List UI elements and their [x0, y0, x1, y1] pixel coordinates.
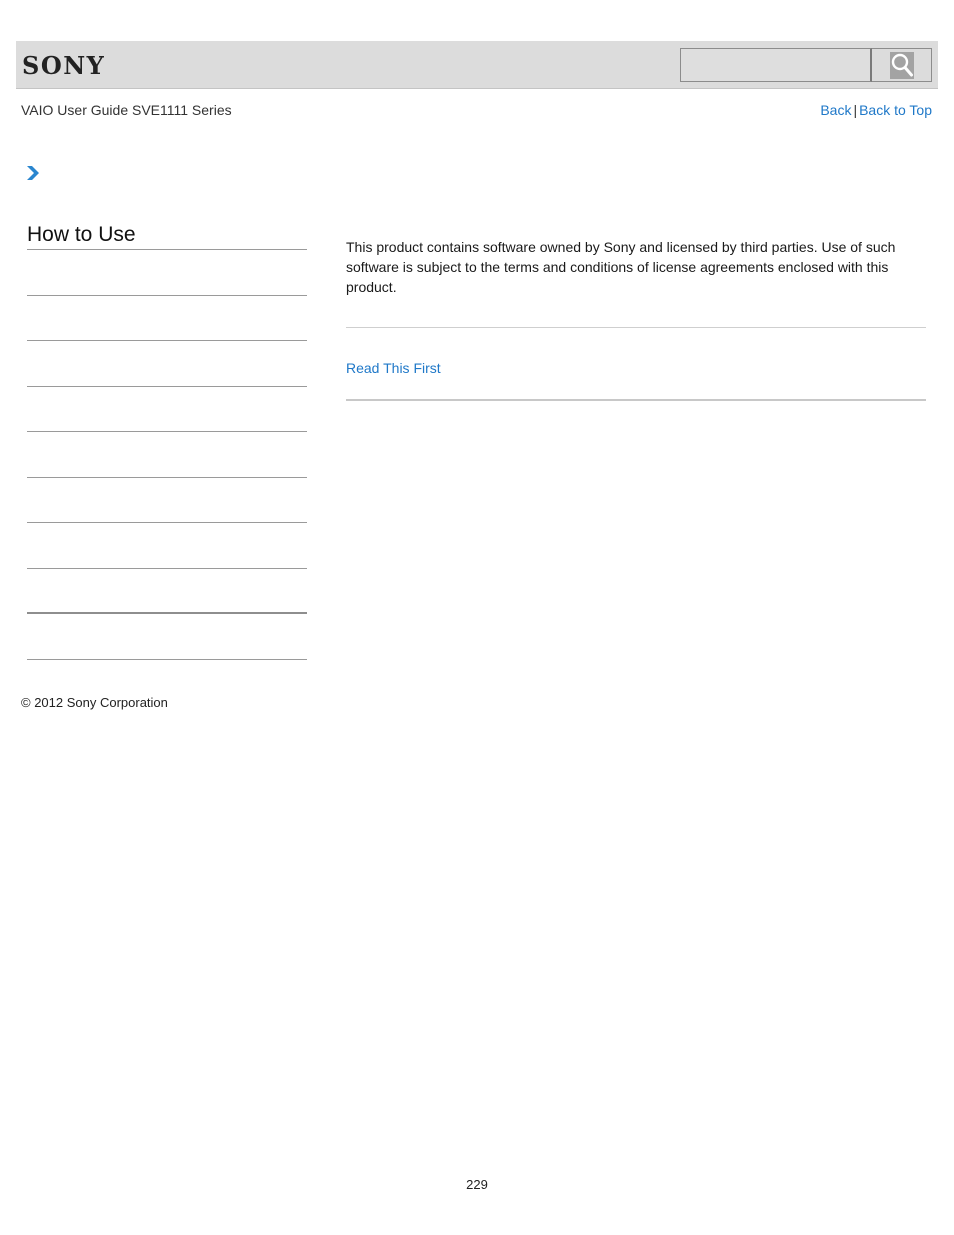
page-number: 229	[466, 1177, 488, 1192]
link-separator: |	[853, 102, 858, 118]
sidebar-item[interactable]	[27, 523, 307, 569]
search-input[interactable]	[680, 48, 872, 82]
sidebar-item[interactable]	[27, 296, 307, 341]
read-this-first-link[interactable]: Read This First	[346, 359, 926, 377]
main-content: This product contains software owned by …	[346, 237, 926, 401]
top-links: Back | Back to Top	[820, 102, 932, 118]
body-text: This product contains software owned by …	[346, 239, 896, 295]
back-link[interactable]: Back	[820, 102, 851, 118]
sony-logo: SONY	[22, 51, 106, 80]
sidebar-item[interactable]	[27, 614, 307, 660]
sidebar-item[interactable]	[27, 478, 307, 523]
sidebar: How to Use	[27, 222, 307, 660]
sidebar-item[interactable]	[27, 387, 307, 432]
search-button[interactable]	[872, 48, 932, 82]
sidebar-item[interactable]	[27, 569, 307, 614]
copyright: © 2012 Sony Corporation	[21, 695, 168, 710]
sidebar-item[interactable]	[27, 341, 307, 387]
header-bar: SONY	[16, 41, 938, 89]
search-icon	[890, 52, 914, 79]
sidebar-title: How to Use	[27, 222, 307, 250]
sidebar-item[interactable]	[27, 432, 307, 478]
breadcrumb[interactable]	[26, 165, 40, 186]
divider	[346, 399, 926, 401]
sidebar-item[interactable]	[27, 250, 307, 296]
divider	[346, 327, 926, 328]
chevron-right-icon	[26, 166, 40, 185]
back-to-top-link[interactable]: Back to Top	[859, 102, 932, 118]
guide-title: VAIO User Guide SVE1111 Series	[21, 102, 232, 118]
